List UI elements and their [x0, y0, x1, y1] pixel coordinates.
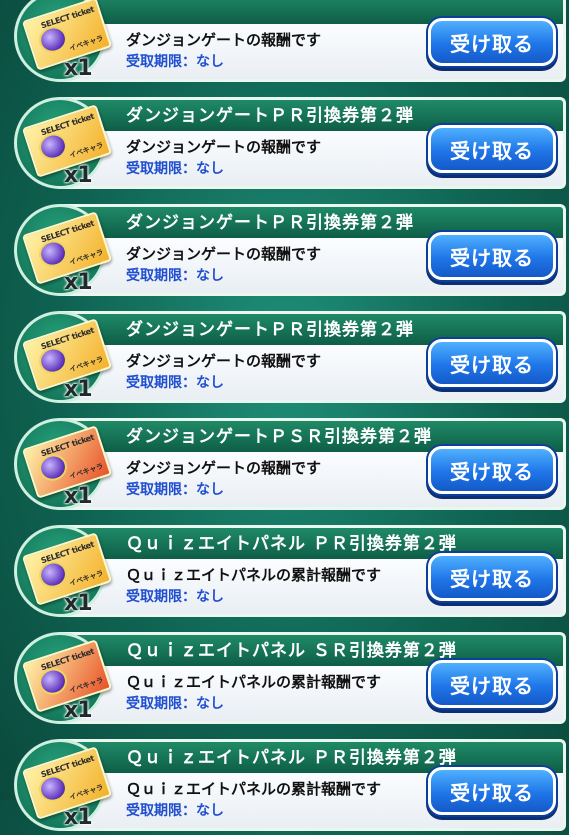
receive-button[interactable]: 受け取る	[428, 660, 556, 708]
ticket-icon: SELECT ticket イベキャラ x1	[14, 89, 114, 193]
reward-description: Ｑｕｉｚエイトパネルの累計報酬です	[126, 780, 382, 798]
reward-deadline: 受取期限：なし	[126, 482, 224, 498]
ticket-sublabel: イベキャラ	[68, 676, 105, 695]
ticket-sublabel: イベキャラ	[68, 462, 105, 481]
ticket-sublabel: イベキャラ	[68, 141, 105, 160]
reward-deadline: 受取期限：なし	[126, 161, 224, 177]
reward-deadline: 受取期限：なし	[126, 54, 224, 70]
ticket-sublabel: イベキャラ	[68, 34, 105, 53]
reward-description: ダンジョンゲートの報酬です	[126, 245, 322, 263]
ticket-icon: SELECT ticket イベキャラ x1	[14, 303, 114, 407]
reward-item: Ｑｕｉｚエイトパネル ＳＲ引換券第２弾 Ｑｕｉｚエイトパネルの累計報酬です 受取…	[14, 632, 566, 726]
reward-title: Ｑｕｉｚエイトパネル ＰＲ引換券第２弾	[126, 534, 457, 554]
ticket-sublabel: イベキャラ	[68, 569, 105, 588]
reward-deadline: 受取期限：なし	[126, 589, 224, 605]
reward-title: ダンジョンゲートＰＲ引換券第２弾	[126, 320, 414, 340]
reward-description: ダンジョンゲートの報酬です	[126, 138, 322, 156]
reward-title: ダンジョンゲートＰＲ引換券第２弾	[126, 106, 414, 126]
reward-item: Ｑｕｉｚエイトパネル ＰＲ引換券第２弾 Ｑｕｉｚエイトパネルの累計報酬です 受取…	[14, 739, 566, 833]
reward-deadline: 受取期限：なし	[126, 696, 224, 712]
reward-item: Ｑｕｉｚエイトパネル ＰＲ引換券第２弾 Ｑｕｉｚエイトパネルの累計報酬です 受取…	[14, 525, 566, 619]
reward-deadline: 受取期限：なし	[126, 268, 224, 284]
reward-deadline: 受取期限：なし	[126, 803, 224, 819]
reward-quantity: x1	[64, 163, 92, 188]
reward-quantity: x1	[64, 805, 92, 830]
reward-description: ダンジョンゲートの報酬です	[126, 459, 322, 477]
receive-button[interactable]: 受け取る	[428, 232, 556, 280]
ticket-sublabel: イベキャラ	[68, 248, 105, 267]
reward-quantity: x1	[64, 56, 92, 81]
receive-button[interactable]: 受け取る	[428, 18, 556, 66]
receive-button[interactable]: 受け取る	[428, 446, 556, 494]
reward-quantity: x1	[64, 591, 92, 616]
ticket-icon: SELECT ticket イベキャラ x1	[14, 196, 114, 300]
reward-item: ダンジョンゲートＰＲ引換券第２弾 ダンジョンゲートの報酬です 受取期限：なし 受…	[14, 311, 566, 405]
receive-button[interactable]: 受け取る	[428, 553, 556, 601]
ticket-icon: SELECT ticket イベキャラ x1	[14, 731, 114, 835]
reward-quantity: x1	[64, 377, 92, 402]
reward-deadline: 受取期限：なし	[126, 375, 224, 391]
ticket-icon: SELECT ticket イベキャラ x1	[14, 0, 114, 86]
reward-quantity: x1	[64, 484, 92, 509]
receive-button[interactable]: 受け取る	[428, 125, 556, 173]
reward-item: ダンジョンゲートＰＲ引換券第２弾 ダンジョンゲートの報酬です 受取期限：なし 受…	[14, 204, 566, 298]
ticket-icon: SELECT ticket イベキャラ x1	[14, 410, 114, 514]
reward-quantity: x1	[64, 698, 92, 723]
reward-title: ダンジョンゲートＰＳＲ引換券第２弾	[126, 427, 432, 447]
reward-description: Ｑｕｉｚエイトパネルの累計報酬です	[126, 673, 382, 691]
reward-item: ダンジョンゲートの報酬です 受取期限：なし 受け取る SELECT ticket…	[14, 0, 566, 84]
ticket-icon: SELECT ticket イベキャラ x1	[14, 517, 114, 621]
reward-description: ダンジョンゲートの報酬です	[126, 352, 322, 370]
receive-button[interactable]: 受け取る	[428, 767, 556, 815]
reward-description: ダンジョンゲートの報酬です	[126, 31, 322, 49]
ticket-icon: SELECT ticket イベキャラ x1	[14, 624, 114, 728]
reward-quantity: x1	[64, 270, 92, 295]
reward-title: ダンジョンゲートＰＲ引換券第２弾	[126, 213, 414, 233]
reward-item: ダンジョンゲートＰＳＲ引換券第２弾 ダンジョンゲートの報酬です 受取期限：なし …	[14, 418, 566, 512]
reward-description: Ｑｕｉｚエイトパネルの累計報酬です	[126, 566, 382, 584]
receive-button[interactable]: 受け取る	[428, 339, 556, 387]
reward-item: ダンジョンゲートＰＲ引換券第２弾 ダンジョンゲートの報酬です 受取期限：なし 受…	[14, 97, 566, 191]
reward-title: Ｑｕｉｚエイトパネル ＰＲ引換券第２弾	[126, 748, 457, 768]
ticket-sublabel: イベキャラ	[68, 355, 105, 374]
reward-title: Ｑｕｉｚエイトパネル ＳＲ引換券第２弾	[126, 641, 457, 661]
